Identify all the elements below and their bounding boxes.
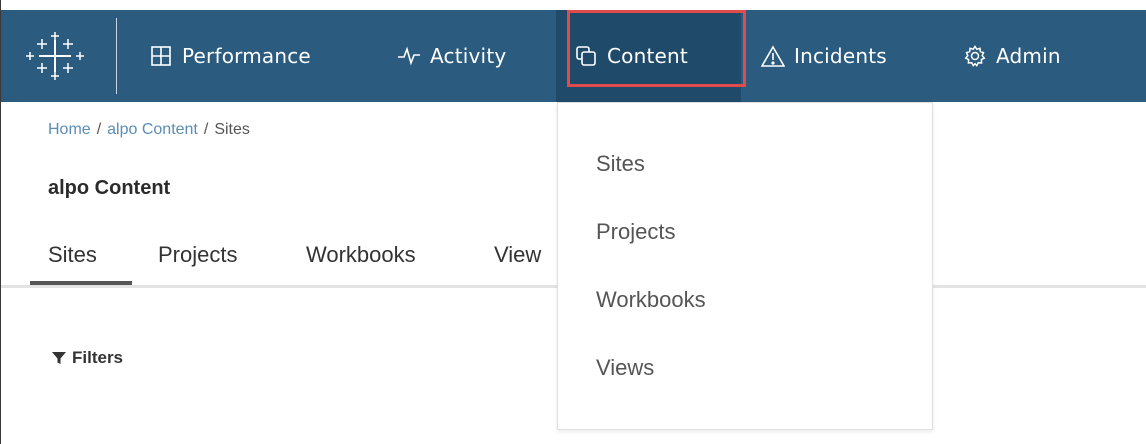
content-dropdown-menu: Sites Projects Workbooks Views — [557, 102, 933, 430]
nav-performance-label: Performance — [182, 44, 311, 68]
page-title: alpo Content — [48, 177, 171, 199]
tab-sites[interactable]: Sites — [48, 242, 97, 268]
nav-admin[interactable]: Admin — [963, 10, 1061, 102]
logo-divider — [116, 18, 117, 94]
top-navigation-bar: Performance Activity Content Incidents A… — [1, 10, 1146, 102]
breadcrumb-section[interactable]: alpo Content — [107, 121, 198, 138]
pulse-icon — [397, 44, 421, 68]
filters-button[interactable]: Filters — [52, 348, 123, 368]
menu-item-views[interactable]: Views — [596, 355, 654, 381]
warning-triangle-icon — [761, 44, 785, 68]
filters-label: Filters — [72, 348, 124, 367]
nav-incidents-label: Incidents — [794, 44, 887, 68]
nav-activity[interactable]: Activity — [397, 10, 506, 102]
gear-icon — [963, 44, 987, 68]
breadcrumb: Home / alpo Content / Sites — [48, 121, 250, 139]
nav-content[interactable]: Content — [556, 10, 741, 102]
grid-icon — [149, 44, 173, 68]
filter-icon — [52, 351, 66, 365]
tab-workbooks[interactable]: Workbooks — [306, 242, 416, 268]
breadcrumb-separator: / — [96, 121, 102, 138]
breadcrumb-current: Sites — [214, 121, 250, 138]
nav-activity-label: Activity — [430, 44, 507, 68]
tableau-logo-icon[interactable] — [25, 30, 85, 82]
breadcrumb-home[interactable]: Home — [48, 121, 91, 138]
nav-admin-label: Admin — [996, 44, 1061, 68]
menu-item-projects[interactable]: Projects — [596, 219, 675, 245]
tab-views[interactable]: View — [494, 242, 541, 268]
breadcrumb-separator: / — [203, 121, 209, 138]
menu-item-workbooks[interactable]: Workbooks — [596, 287, 706, 313]
menu-item-sites[interactable]: Sites — [596, 151, 645, 177]
tab-projects[interactable]: Projects — [158, 242, 237, 268]
nav-content-label: Content — [607, 44, 688, 68]
copy-icon — [574, 44, 598, 68]
nav-incidents[interactable]: Incidents — [761, 10, 887, 102]
nav-performance[interactable]: Performance — [149, 10, 311, 102]
